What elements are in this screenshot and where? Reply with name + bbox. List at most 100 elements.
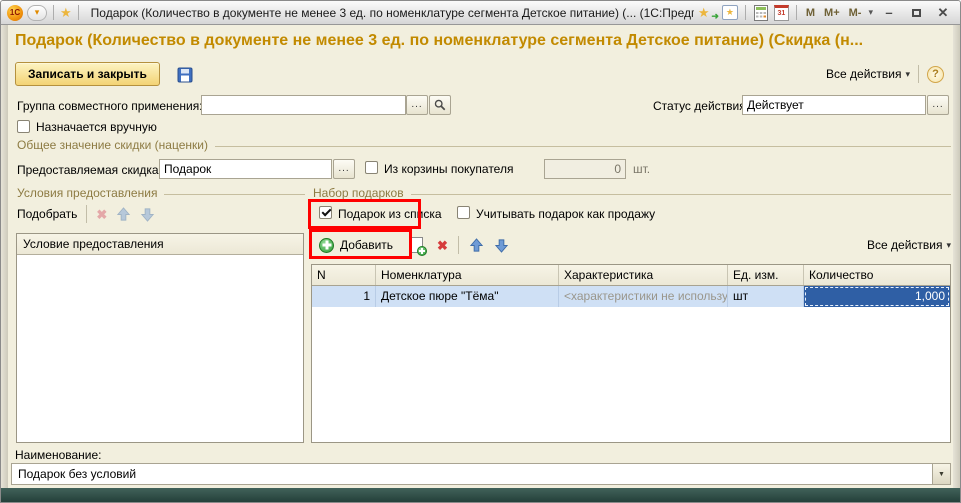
page-title: Подарок (Количество в документе не менее… (15, 32, 951, 50)
col-header-unit: Ед. изм. (728, 265, 804, 285)
cell-quantity[interactable]: 1,000 (804, 286, 950, 307)
conditions-list[interactable]: Условие предоставления (16, 233, 304, 443)
cell-characteristic[interactable]: <характеристики не использу... (559, 286, 728, 307)
maximize-button[interactable] (905, 4, 927, 22)
toolbar-overflow-chevron-icon[interactable]: ▾ (868, 7, 873, 18)
all-actions-button[interactable]: Все действия ▾ (826, 67, 910, 81)
gifts-toolbar: Добавить ✖ Все действия ▾ (319, 233, 951, 257)
combo-dropdown-button[interactable]: ▼ (932, 464, 950, 484)
chevron-down-icon: ▾ (905, 69, 910, 80)
conditions-section-header: Условия предоставления (17, 186, 305, 200)
conditions-toolbar: Подобрать ✖ (17, 204, 155, 224)
help-button[interactable]: ? (927, 66, 944, 83)
manual-assign-label[interactable]: Назначается вручную (36, 120, 157, 134)
joint-group-search-button[interactable] (429, 95, 451, 115)
gifts-table-header-row: N Номенклатура Характеристика Ед. изм. К… (312, 265, 950, 286)
gifts-section-header: Набор подарков (313, 186, 951, 200)
cell-unit[interactable]: шт (728, 286, 804, 307)
bottom-bar (1, 488, 960, 502)
section-rule (411, 194, 951, 195)
plus-circle-icon (319, 238, 334, 253)
basket-unit-label: шт. (633, 162, 650, 176)
green-arrow-icon: ➜ (711, 11, 719, 22)
favorites-star-icon[interactable]: ★ (60, 6, 72, 19)
conditions-list-header: Условие предоставления (17, 234, 303, 255)
provided-discount-input[interactable] (159, 159, 332, 179)
separator (796, 5, 797, 20)
chevron-down-icon: ▼ (938, 471, 945, 478)
provided-discount-label: Предоставляемая скидка: (17, 163, 162, 177)
copy-row-icon[interactable] (409, 237, 423, 253)
chevron-down-icon: ▾ (946, 240, 951, 251)
gifts-all-actions-button[interactable]: Все действия ▾ (867, 238, 951, 252)
status-input[interactable] (742, 95, 926, 115)
1c-logo-icon: 1С (7, 5, 23, 21)
gift-from-list-label[interactable]: Подарок из списка (338, 207, 442, 221)
titlebar[interactable]: 1С ▾ ★ Подарок (Количество в документе н… (1, 1, 960, 25)
system-menu-button[interactable]: ▾ (27, 5, 47, 21)
add-to-favorites-icon[interactable]: ★ (722, 5, 738, 20)
add-row-button[interactable]: Добавить (319, 238, 393, 253)
gift-from-list-checkbox[interactable] (319, 206, 332, 219)
titlebar-controls: ★ ➜ ★ 31 M M+ M- ▾ – ✕ (698, 4, 954, 22)
move-up-icon[interactable] (116, 207, 131, 222)
col-header-n: N (312, 265, 376, 285)
save-and-close-button[interactable]: Записать и закрыть (15, 62, 160, 86)
joint-group-label: Группа совместного применения: (17, 99, 203, 113)
basket-qty-input (544, 159, 626, 179)
section-rule (164, 194, 305, 195)
from-basket-label[interactable]: Из корзины покупателя (384, 162, 513, 176)
status-label: Статус действия: (653, 99, 749, 113)
separator (745, 5, 746, 20)
maximize-icon (912, 9, 921, 17)
go-to-favorites-icon[interactable]: ★ ➜ (698, 5, 717, 21)
name-combobox-value[interactable]: Подарок без условий (12, 464, 932, 484)
separator (458, 236, 459, 254)
gifts-table[interactable]: N Номенклатура Характеристика Ед. изм. К… (311, 264, 951, 443)
memory-m-minus-button[interactable]: M- (847, 7, 864, 19)
chevron-down-icon: ▾ (35, 8, 40, 17)
name-label: Наименование: (15, 448, 102, 462)
window-frame-right (953, 25, 960, 490)
col-header-characteristic: Характеристика (559, 265, 728, 285)
section-rule (215, 146, 951, 147)
save-button[interactable] (173, 64, 197, 85)
floppy-disk-icon (177, 67, 193, 83)
move-row-down-icon[interactable] (494, 238, 509, 253)
close-button[interactable]: ✕ (932, 4, 954, 22)
joint-group-input[interactable] (201, 95, 406, 115)
separator (86, 205, 87, 223)
manual-assign-checkbox[interactable] (17, 120, 30, 133)
move-down-icon[interactable] (140, 207, 155, 222)
form-actions-area: Все действия ▾ ? (826, 64, 944, 84)
common-discount-section-header: Общее значение скидки (наценки) (17, 138, 951, 152)
calculator-icon[interactable] (753, 5, 769, 21)
count-as-sale-checkbox[interactable] (457, 206, 470, 219)
separator (53, 5, 54, 20)
window-title: Подарок (Количество в документе не менее… (91, 6, 694, 20)
memory-m-plus-button[interactable]: M+ (822, 7, 842, 19)
from-basket-checkbox[interactable] (365, 161, 378, 174)
col-header-nomenclature: Номенклатура (376, 265, 559, 285)
pick-conditions-button[interactable]: Подобрать (17, 207, 77, 221)
minimize-button[interactable]: – (878, 4, 900, 22)
delete-condition-icon[interactable]: ✖ (96, 208, 107, 221)
count-as-sale-label[interactable]: Учитывать подарок как продажу (476, 207, 655, 221)
cell-nomenclature[interactable]: Детское пюре "Тёма" (376, 286, 559, 307)
1c-enterprise-window: 1С ▾ ★ Подарок (Количество в документе н… (0, 0, 961, 503)
provided-discount-select-button[interactable]: ... (333, 159, 355, 179)
status-select-button[interactable]: ... (927, 95, 949, 115)
search-icon (434, 99, 446, 111)
delete-row-icon[interactable]: ✖ (437, 239, 448, 252)
cell-n[interactable]: 1 (312, 286, 376, 307)
window-frame-left (1, 25, 8, 490)
table-row[interactable]: 1 Детское пюре "Тёма" <характеристики не… (312, 286, 950, 307)
memory-m-button[interactable]: M (804, 7, 817, 19)
separator (78, 5, 79, 20)
joint-group-select-button[interactable]: ... (406, 95, 428, 115)
move-row-up-icon[interactable] (469, 238, 484, 253)
col-header-quantity: Количество (804, 265, 950, 285)
separator (918, 65, 919, 83)
name-combobox[interactable]: Подарок без условий ▼ (11, 463, 951, 485)
calendar-icon[interactable]: 31 (774, 5, 789, 21)
